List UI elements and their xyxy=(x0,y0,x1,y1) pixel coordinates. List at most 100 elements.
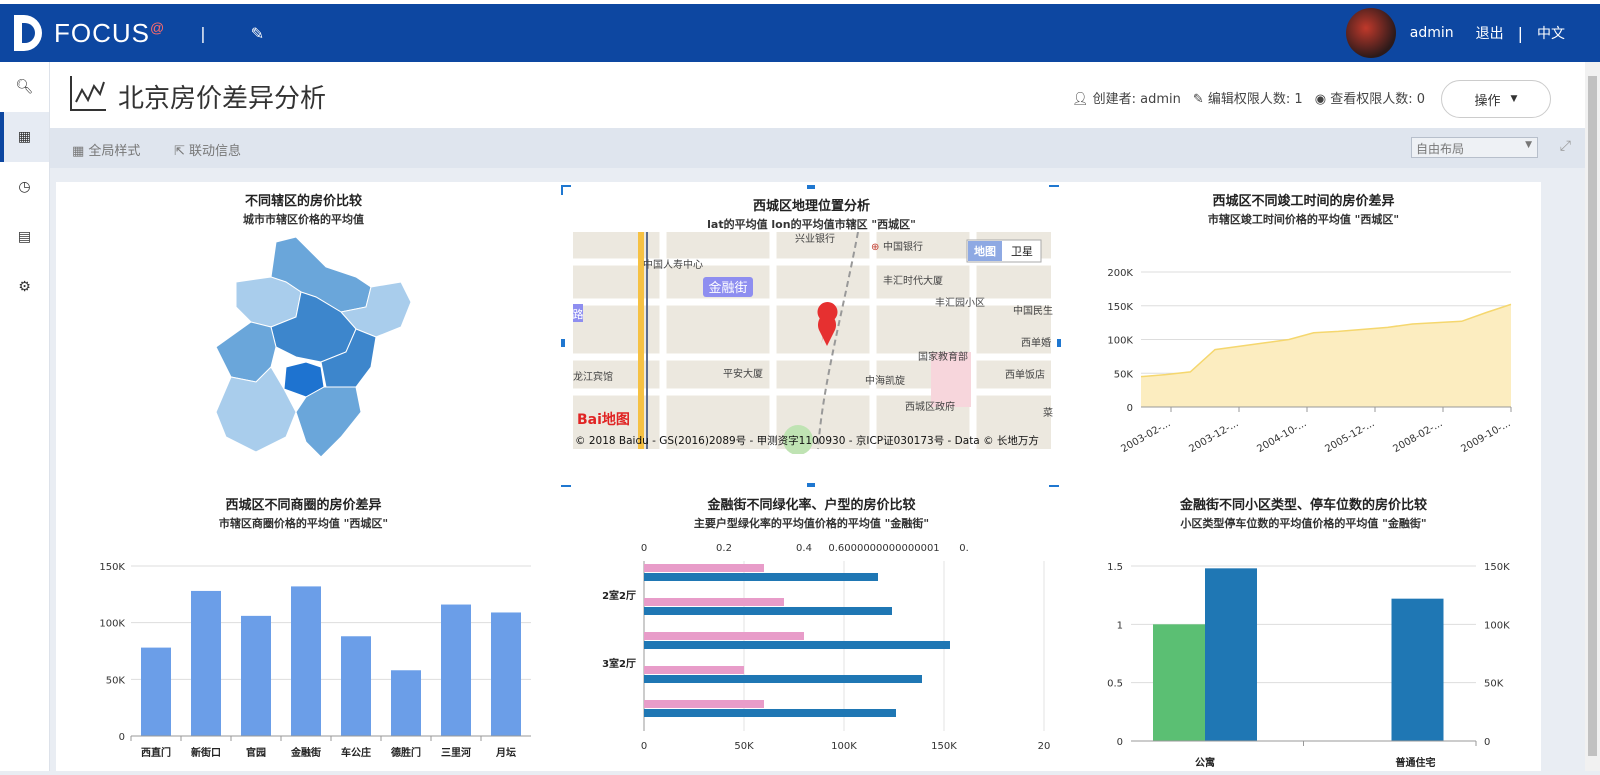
layout-select[interactable]: 自由布局 ▼ xyxy=(1411,137,1538,158)
bar xyxy=(491,612,521,736)
chevron-down-icon: ▼ xyxy=(1525,140,1532,150)
row-label: 3室2厅 xyxy=(602,657,636,670)
horizontal-bar-chart[interactable]: 0 0.2 0.4 0.6000000000000001 0. 0 50K 100K 150K 2… xyxy=(564,531,1059,771)
map-label: ⊕ xyxy=(871,242,879,253)
logout-link[interactable]: 退出 xyxy=(1476,23,1504,43)
y-tick-label: 100K xyxy=(1107,336,1133,347)
language-switch[interactable]: 中文 xyxy=(1537,23,1565,43)
beijing-district-map[interactable] xyxy=(56,227,551,477)
gear-icon: ⚙ xyxy=(18,279,31,295)
logo[interactable]: FOCUS@ xyxy=(10,13,165,53)
panel-subtitle: 市辖区商圈价格的平均值 "西城区" xyxy=(218,517,389,530)
x-tick-label: 普通住宅 xyxy=(1396,756,1436,769)
bar-greening xyxy=(644,564,764,572)
right-tick-label: 100K xyxy=(1484,620,1510,631)
panel-business-district[interactable]: 西城区不同商圈的房价差异 市辖区商圈价格的平均值 "西城区" 0 50K 100K 1… xyxy=(56,494,551,771)
left-tick-label: 0.5 xyxy=(1107,679,1123,690)
bar xyxy=(191,590,221,736)
panel-community-type[interactable]: 金融街不同小区类型、停车位数的房价比较 小区类型停车位数的平均值价格的平均值 "… xyxy=(1066,494,1541,771)
panel-district-price[interactable]: 不同辖区的房价比较 城市市辖区价格的平均值 xyxy=(56,190,551,480)
area-chart[interactable]: 0 50K 100K 150K 200K 2003-02-... 2003-12-... 20… xyxy=(1066,227,1541,477)
global-style-button[interactable]: ▦ 全局样式 xyxy=(72,140,140,159)
panel-subtitle: 市辖区竣工时间价格的平均值 "西城区" xyxy=(1207,213,1400,226)
vertical-scrollbar[interactable] xyxy=(1585,62,1600,771)
toolbar: ▦ 全局样式 ⇱ 联动信息 自由布局 ▼ ⤢ xyxy=(50,128,1585,168)
chart-line-icon xyxy=(70,76,106,111)
bottom-tick-label: 20 xyxy=(1038,741,1051,752)
edit-icon[interactable]: ✎ xyxy=(251,24,264,43)
satellite-mode-button[interactable]: 卫星 xyxy=(1011,245,1033,258)
bottom-tick-label: 0 xyxy=(641,741,647,752)
bar-greening xyxy=(644,632,804,640)
panel-title: 金融街不同绿化率、户型的房价比较 xyxy=(707,498,916,513)
sidebar-calendar[interactable]: ▤ xyxy=(0,212,49,262)
x-tick-label: 2008-02-... xyxy=(1391,418,1444,455)
left-tick-label: 1 xyxy=(1117,620,1123,631)
x-tick-label: 2004-10-... xyxy=(1255,418,1308,455)
panel-map[interactable]: 西城区地理位置分析 lat的平均值 lon的平均值市辖区 "西城区" 金融街 路… xyxy=(561,185,1061,487)
y-tick-label: 200K xyxy=(1107,268,1133,279)
bar-price xyxy=(644,607,892,615)
y-tick-label: 150K xyxy=(99,562,125,573)
map-label: 西单婚 xyxy=(1021,336,1051,349)
baidu-map[interactable]: 金融街 路 兴业银行 ⊕ 中国银行 中国人寿中心 丰汇时代大厦 丰汇园小区 中国… xyxy=(573,232,1068,454)
grid-icon: ▦ xyxy=(17,129,32,145)
sidebar-dashboard[interactable]: ▦ xyxy=(0,112,49,162)
link-info-button[interactable]: ⇱ 联动信息 xyxy=(174,140,241,159)
sidebar-search[interactable]: 🔍︎ xyxy=(0,62,49,112)
username[interactable]: admin xyxy=(1410,25,1454,41)
map-mode-button[interactable]: 地图 xyxy=(974,244,996,258)
bar-chart[interactable]: 0 50K 100K 150K 西直门 新街口 官园 金融街 车公庄 德胜门 三里河 月坛 xyxy=(56,531,551,771)
operation-button[interactable]: 操作 ▼ xyxy=(1441,80,1551,118)
panel-completion-time[interactable]: 西城区不同竣工时间的房价差异 市辖区竣工时间价格的平均值 "西城区" 0 50K 1… xyxy=(1066,190,1541,480)
edit-icon: ✎ xyxy=(1192,92,1208,107)
x-tick-label: 新街口 xyxy=(191,746,221,759)
map-label: 平安大厦 xyxy=(723,367,763,380)
baidu-logo: Bai地图 xyxy=(577,411,630,428)
logo-icon xyxy=(14,15,42,51)
x-tick-label: 车公庄 xyxy=(341,746,371,759)
map-label: 西城区政府 xyxy=(905,400,955,413)
map-label: 兴业银行 xyxy=(795,232,835,245)
y-tick-label: 0 xyxy=(119,732,125,743)
bar-price xyxy=(1391,598,1444,741)
x-tick-label: 公寓 xyxy=(1195,756,1215,769)
map-label: 中国银行 xyxy=(883,240,923,253)
calendar-icon: ▤ xyxy=(17,229,32,245)
area-fill xyxy=(1141,304,1511,407)
logo-text: FOCUS@ xyxy=(54,17,166,48)
panel-subtitle: 城市市辖区价格的平均值 xyxy=(243,213,364,226)
top-tick-label: 0 xyxy=(641,543,647,554)
panel-subtitle: lat的平均值 lon的平均值市辖区 "西城区" xyxy=(707,218,916,231)
bar xyxy=(291,586,321,736)
sidebar-history[interactable]: ◷ xyxy=(0,162,49,212)
map-label: 西单饭店 xyxy=(1005,368,1045,381)
map-region-south[interactable] xyxy=(295,386,362,458)
user-icon: 👤︎ xyxy=(1072,92,1093,107)
map-label: 龙江宾馆 xyxy=(573,370,613,383)
top-tick-label: 0.4 xyxy=(796,543,812,554)
map-label: 丰汇园小区 xyxy=(935,296,985,309)
fullscreen-icon[interactable]: ⤢ xyxy=(1560,138,1571,154)
panel-greening-layout[interactable]: 金融街不同绿化率、户型的房价比较 主要户型绿化率的平均值价格的平均值 "金融街"… xyxy=(564,494,1059,771)
clock-icon: ◷ xyxy=(18,179,31,195)
right-tick-label: 50K xyxy=(1484,679,1504,690)
sidebar-settings[interactable]: ⚙ xyxy=(0,262,49,312)
view-permission: ◉ 查看权限人数: 0 xyxy=(1314,92,1425,107)
left-tick-label: 1.5 xyxy=(1107,562,1123,573)
x-tick-label: 西直门 xyxy=(141,746,171,759)
dual-axis-bar-chart[interactable]: 0 0.5 1 1.5 0 50K 100K 150K 公寓 普通住宅 xyxy=(1066,531,1541,771)
map-type-switch[interactable]: 地图 卫星 xyxy=(966,239,1042,263)
map-label: 金融街 xyxy=(708,280,747,296)
avatar[interactable] xyxy=(1345,8,1396,58)
edit-permission: ✎ 编辑权限人数: 1 xyxy=(1192,92,1303,107)
x-tick-label: 2005-12-... xyxy=(1323,418,1376,455)
x-tick-label: 德胜门 xyxy=(390,746,421,759)
map-label: 国家教育部 xyxy=(918,350,968,363)
scrollbar-thumb[interactable] xyxy=(1588,76,1597,756)
bar-price xyxy=(644,709,896,717)
panel-title: 金融街不同小区类型、停车位数的房价比较 xyxy=(1179,498,1427,513)
top-bar: FOCUS@ | ✎ admin 退出 | 中文 xyxy=(0,0,1600,62)
y-tick-label: 100K xyxy=(99,619,125,630)
left-tick-label: 0 xyxy=(1117,737,1123,748)
